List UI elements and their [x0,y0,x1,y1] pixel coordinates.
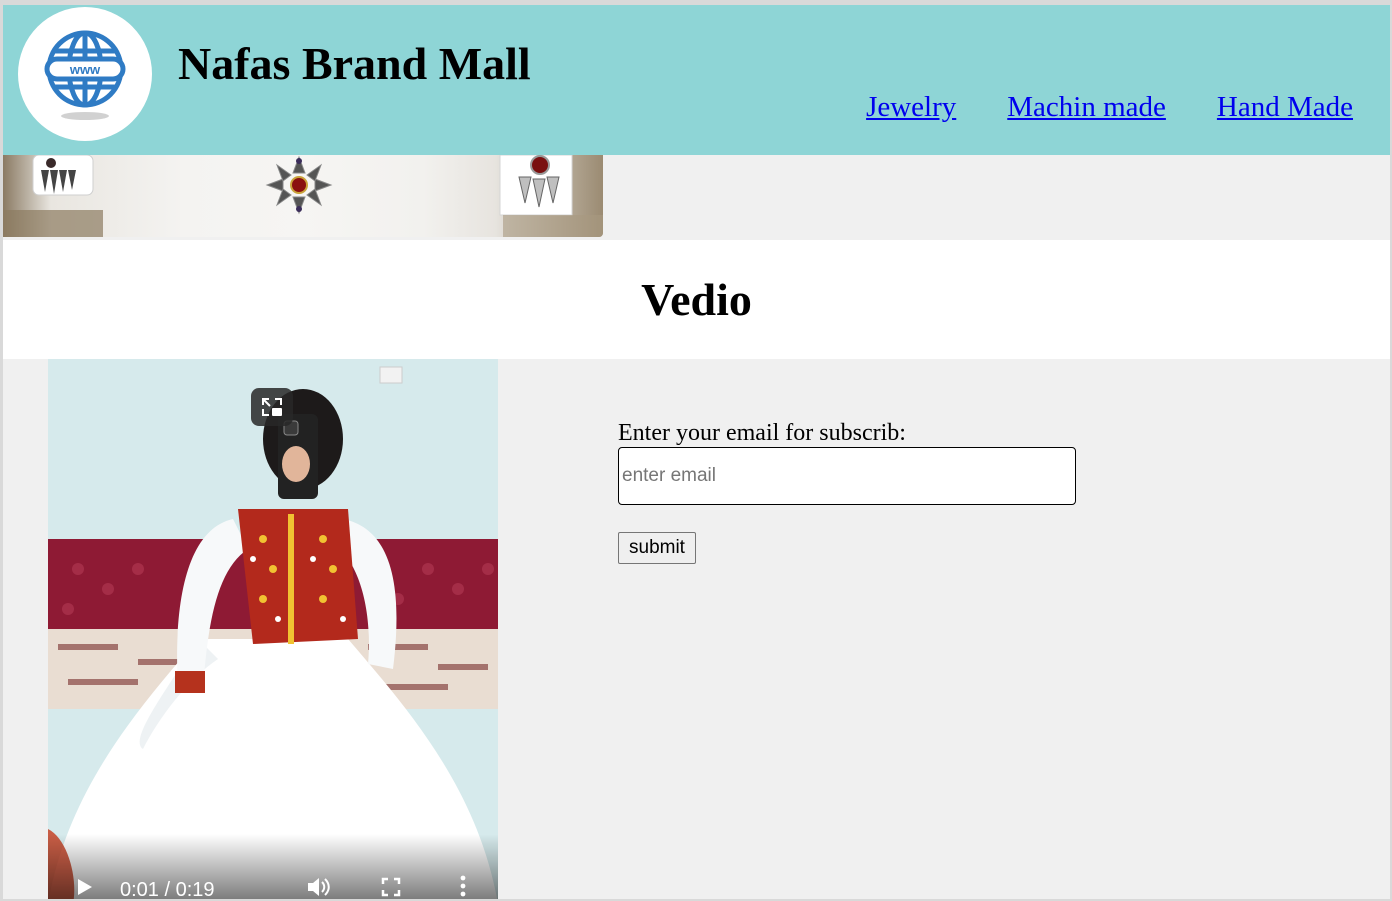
play-button[interactable] [76,877,94,899]
volume-icon [308,878,330,896]
picture-in-picture-icon [262,398,282,416]
submit-button[interactable]: submit [618,532,696,564]
volume-button[interactable] [306,875,332,899]
site-logo[interactable]: www [18,7,152,141]
picture-in-picture-button[interactable] [251,388,293,426]
nav-link-hand-made[interactable]: Hand Made [1217,91,1353,124]
fullscreen-icon [381,877,401,897]
more-options-button[interactable] [458,875,468,899]
globe-www-icon: www [44,30,126,120]
video-frame [48,359,498,899]
video-player[interactable]: 0:01 / 0:19 [48,359,498,901]
main-nav: Jewelry Machin made Hand Made [866,91,1353,124]
site-header: www Nafas Brand Mall Jewelry Machin made… [3,5,1390,155]
site-title: Nafas Brand Mall [178,38,531,89]
email-input[interactable] [618,447,1076,505]
email-label: Enter your email for subscrib: [618,420,906,446]
nav-link-machin-made[interactable]: Machin made [1007,91,1166,124]
subscribe-form: Enter your email for subscrib: submit [618,420,1076,564]
banner-image [3,155,603,237]
video-controls: 0:01 / 0:19 [48,834,498,901]
more-options-icon [460,875,466,897]
page: www Nafas Brand Mall Jewelry Machin made… [0,0,1392,901]
nav-link-jewelry[interactable]: Jewelry [866,91,956,124]
fullscreen-button[interactable] [381,877,401,899]
video-time-display: 0:01 / 0:19 [120,879,215,901]
logo-text: www [69,62,101,77]
video-section-heading: Vedio [3,240,1390,359]
jewelry-photo [3,155,603,237]
play-icon [78,879,92,895]
